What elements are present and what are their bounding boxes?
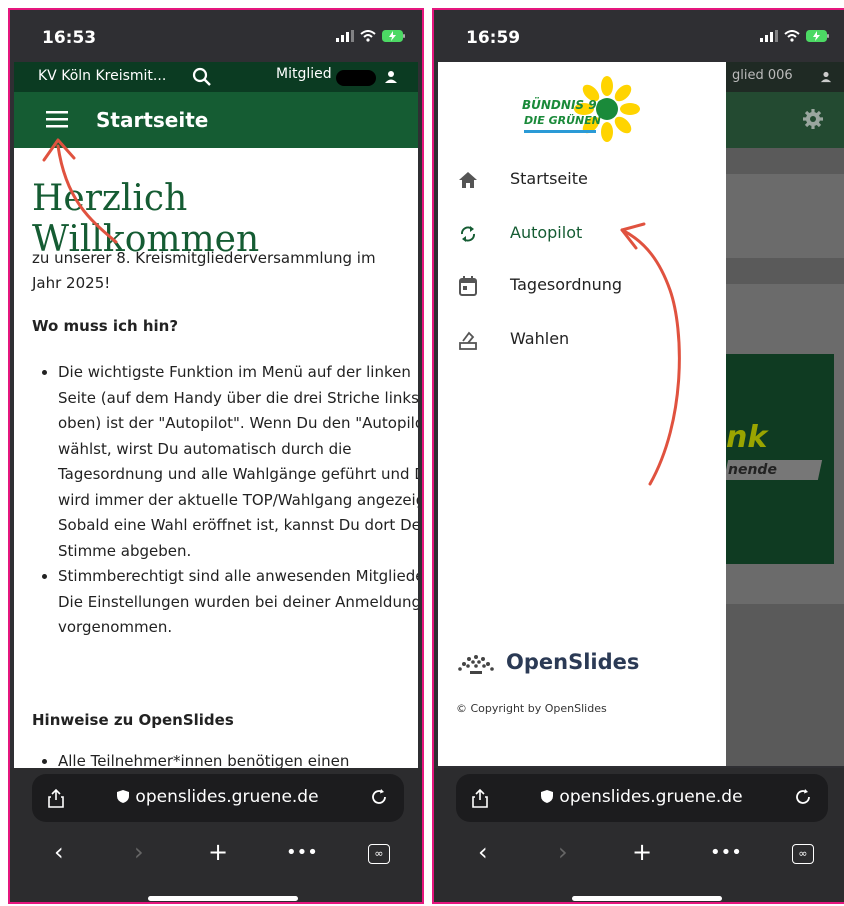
- battery-charging-icon: [382, 30, 405, 42]
- shield-icon: [117, 790, 130, 803]
- status-time: 16:59: [466, 28, 521, 48]
- dim-user-label: glied 006: [732, 68, 793, 83]
- left-phone-screenshot: 16:53 KV Köln Kreismit... Mitglied Start…: [8, 8, 424, 904]
- status-icons: [336, 30, 406, 42]
- url-display[interactable]: openslides.gruene.de: [456, 787, 828, 807]
- openslides-brand: OpenSlides: [456, 650, 639, 680]
- nav-item-autopilot[interactable]: Autopilot: [438, 212, 726, 256]
- browser-nav-row: ‹ › + ••• ∞: [434, 832, 844, 874]
- redacted-name: [336, 70, 376, 86]
- wifi-icon: [784, 30, 800, 42]
- drawer-backdrop[interactable]: glied 006 nk nende: [723, 62, 844, 766]
- welcome-content: Herzlich Willkommen zu unserer 8. Kreism…: [14, 148, 418, 768]
- openslides-wordmark: OpenSlides: [506, 650, 640, 674]
- shield-icon: [541, 790, 554, 803]
- home-indicator: [572, 896, 722, 901]
- app-bar: Startseite: [14, 92, 418, 148]
- copyright-text: © Copyright by OpenSlides: [456, 702, 607, 715]
- status-icons: [760, 30, 830, 42]
- logo-underline: [524, 130, 596, 133]
- dim-appbar: [726, 92, 844, 148]
- navigation-drawer: BÜNDNIS 90 DIE GRÜNEN Startseite Autopil…: [438, 62, 726, 766]
- nav-item-label: Tagesordnung: [510, 275, 623, 294]
- dim-card: [726, 174, 844, 258]
- nav-item-tagesordnung[interactable]: Tagesordnung: [438, 264, 726, 308]
- calendar-icon: [456, 274, 480, 298]
- battery-charging-icon: [806, 30, 829, 42]
- page-title: Startseite: [96, 108, 209, 132]
- home-icon: [456, 168, 480, 192]
- browser-nav-row: ‹ › + ••• ∞: [10, 832, 422, 874]
- address-bar[interactable]: openslides.gruene.de: [32, 774, 404, 822]
- nav-item-startseite[interactable]: Startseite: [438, 158, 726, 202]
- list-item: Stimmberechtigt sind alle anwesenden Mit…: [58, 564, 418, 641]
- new-tab-button[interactable]: +: [208, 838, 228, 866]
- url-text: openslides.gruene.de: [135, 787, 319, 807]
- vote-icon: [456, 328, 480, 352]
- meeting-selector[interactable]: KV Köln Kreismit...: [38, 68, 166, 84]
- section-heading: Hinweise zu OpenSlides: [32, 711, 234, 729]
- status-bar: 16:59: [434, 10, 844, 62]
- nav-item-label: Wahlen: [510, 329, 570, 348]
- user-icon[interactable]: [384, 70, 398, 84]
- hamburger-menu-button[interactable]: [46, 110, 68, 130]
- address-bar[interactable]: openslides.gruene.de: [456, 774, 828, 822]
- nav-item-label: Autopilot: [510, 223, 583, 242]
- more-button[interactable]: •••: [286, 842, 318, 863]
- sync-icon: [456, 222, 480, 246]
- search-icon[interactable]: [192, 67, 212, 87]
- right-phone-screenshot: 16:59 glied 006 nk nende BÜNDNIS 90 DIE …: [432, 8, 844, 904]
- browser-toolbar: openslides.gruene.de ‹ › + ••• ∞: [434, 768, 844, 902]
- signal-icon: [336, 30, 354, 42]
- user-menu-label[interactable]: Mitglied: [276, 66, 332, 82]
- info-list: Die wichtigste Funktion im Menü auf der …: [14, 360, 418, 641]
- more-button[interactable]: •••: [710, 842, 742, 863]
- logo-text: BÜNDNIS 90: [522, 98, 605, 112]
- url-text: openslides.gruene.de: [559, 787, 743, 807]
- cut-list: Alle Teilnehmer*innen benötigen einen: [14, 749, 418, 768]
- nav-item-wahlen[interactable]: Wahlen: [438, 318, 726, 362]
- nav-item-label: Startseite: [510, 169, 588, 188]
- back-button[interactable]: ‹: [54, 838, 64, 866]
- tabs-button[interactable]: ∞: [368, 844, 390, 864]
- back-button[interactable]: ‹: [478, 838, 488, 866]
- new-tab-button[interactable]: +: [632, 838, 652, 866]
- logo-text: DIE GRÜNEN: [524, 114, 601, 127]
- section-heading: Wo muss ich hin?: [32, 317, 179, 335]
- list-item: Die wichtigste Funktion im Menü auf der …: [58, 360, 418, 564]
- url-display[interactable]: openslides.gruene.de: [32, 787, 404, 807]
- wifi-icon: [360, 30, 376, 42]
- meeting-topbar: KV Köln Kreismit... Mitglied: [14, 62, 418, 92]
- dim-banner-text: nk: [726, 420, 768, 455]
- forward-button[interactable]: ›: [558, 838, 568, 866]
- home-indicator: [148, 896, 298, 901]
- tabs-button[interactable]: ∞: [792, 844, 814, 864]
- settings-gear-icon: [803, 109, 823, 129]
- openslides-logo-icon: [458, 655, 494, 674]
- status-time: 16:53: [42, 28, 97, 48]
- browser-toolbar: openslides.gruene.de ‹ › + ••• ∞: [10, 768, 422, 902]
- menu-icon: [46, 111, 68, 128]
- status-bar: 16:53: [10, 10, 422, 62]
- dim-user-icon: [820, 71, 832, 83]
- dim-banner: nk nende: [723, 354, 834, 564]
- reload-icon[interactable]: [794, 788, 812, 806]
- intro-text: zu unserer 8. Kreismitgliederversammlung…: [32, 249, 376, 292]
- reload-icon[interactable]: [370, 788, 388, 806]
- list-item: Alle Teilnehmer*innen benötigen einen: [58, 749, 418, 768]
- party-logo: BÜNDNIS 90 DIE GRÜNEN: [522, 76, 642, 142]
- dim-banner-text: nende: [728, 462, 777, 478]
- forward-button[interactable]: ›: [134, 838, 144, 866]
- signal-icon: [760, 30, 778, 42]
